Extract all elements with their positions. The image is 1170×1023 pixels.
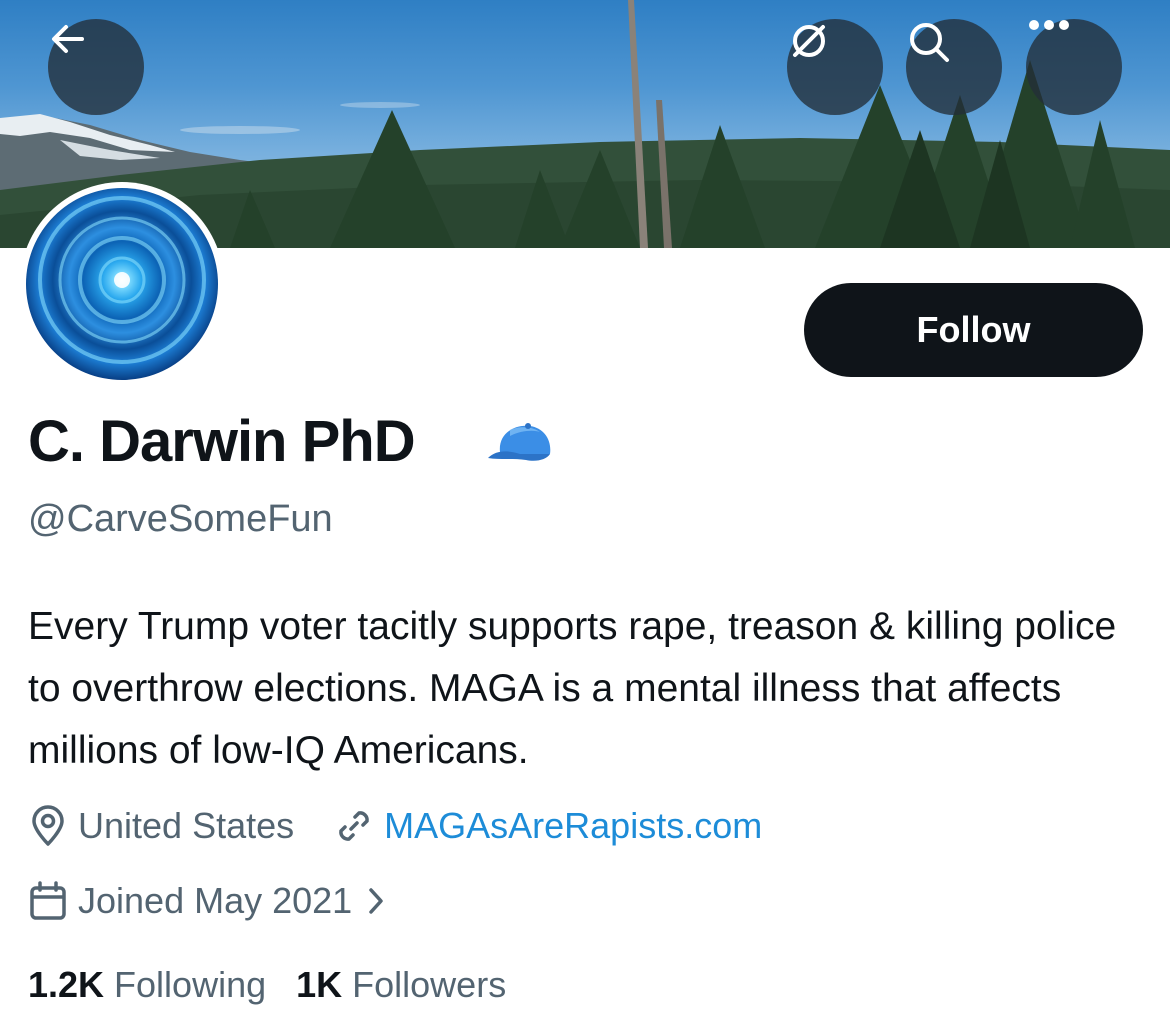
translate-toggle-button[interactable] bbox=[787, 19, 883, 115]
avatar-image bbox=[26, 188, 218, 380]
search-icon bbox=[910, 23, 949, 62]
following-count: 1.2K bbox=[28, 964, 105, 1005]
search-button[interactable] bbox=[906, 19, 1002, 115]
joined-row[interactable]: Joined May 2021 bbox=[28, 880, 396, 922]
arrow-left-icon bbox=[52, 25, 84, 53]
back-button[interactable] bbox=[48, 19, 144, 115]
user-handle: @CarveSomeFun bbox=[28, 498, 333, 540]
profile-bio: Every Trump voter tacitly supports rape,… bbox=[28, 605, 1117, 772]
followers-stat[interactable]: 1K Followers bbox=[296, 964, 506, 1006]
location-pin-icon bbox=[28, 804, 68, 848]
more-horizontal-icon bbox=[1029, 20, 1069, 30]
joined-date: Joined May 2021 bbox=[78, 880, 353, 921]
avatar-vortex bbox=[38, 196, 206, 364]
profile-meta-row: United States MAGAsAreRapists.com bbox=[28, 804, 762, 848]
blue-cap-icon bbox=[486, 418, 556, 473]
location-text: United States bbox=[78, 805, 295, 846]
following-label: Following bbox=[114, 964, 267, 1005]
slashed-circle-icon bbox=[793, 25, 825, 57]
followers-count: 1K bbox=[296, 964, 343, 1005]
link-icon bbox=[334, 806, 374, 846]
following-stat[interactable]: 1.2K Following bbox=[28, 964, 266, 1006]
more-options-button[interactable] bbox=[1026, 19, 1122, 115]
display-name: C. Darwin PhD bbox=[28, 409, 416, 474]
follow-button[interactable]: Follow bbox=[804, 283, 1143, 377]
website-link[interactable]: MAGAsAreRapists.com bbox=[384, 805, 762, 847]
follow-button-label: Follow bbox=[916, 309, 1031, 350]
followers-label: Followers bbox=[352, 964, 507, 1005]
calendar-icon bbox=[28, 880, 68, 922]
profile-stats: 1.2K Following 1K Followers bbox=[28, 964, 506, 1006]
avatar[interactable] bbox=[20, 182, 224, 386]
chevron-right-icon bbox=[366, 885, 386, 917]
